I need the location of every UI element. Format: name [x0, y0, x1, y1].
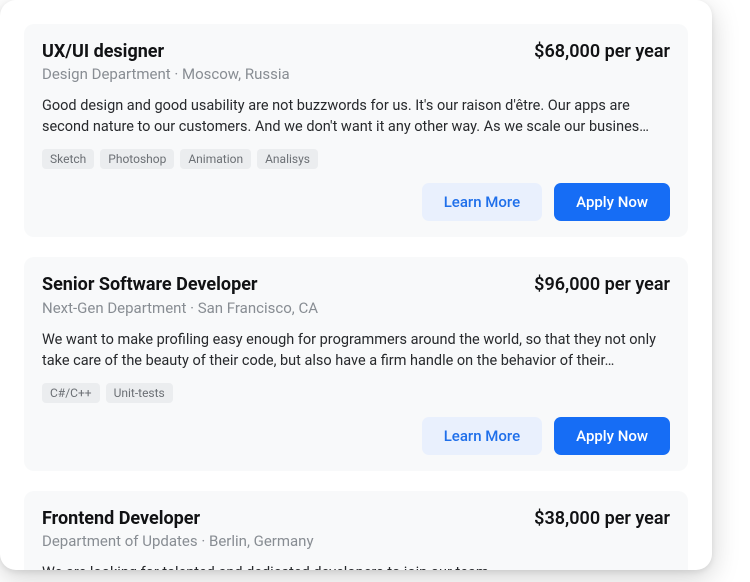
learn-more-button[interactable]: Learn More	[422, 417, 542, 455]
job-salary: $96,000 per year	[534, 274, 670, 295]
job-card-header: Senior Software Developer $96,000 per ye…	[42, 273, 670, 296]
job-actions: Learn More Apply Now	[42, 183, 670, 221]
job-card: UX/UI designer $68,000 per year Design D…	[24, 24, 688, 237]
job-title: Frontend Developer	[42, 507, 200, 530]
job-salary: $38,000 per year	[534, 508, 670, 529]
job-description: We want to make profiling easy enough fo…	[42, 329, 670, 371]
tag: Unit-tests	[106, 383, 173, 403]
tag: Animation	[180, 149, 251, 169]
job-meta: Department of Updates · Berlin, Germany	[42, 532, 670, 550]
job-card: Frontend Developer $38,000 per year Depa…	[24, 491, 688, 570]
tag: Sketch	[42, 149, 94, 169]
apply-now-button[interactable]: Apply Now	[554, 183, 670, 221]
job-description: Good design and good usability are not b…	[42, 95, 670, 137]
job-meta: Next-Gen Department · San Francisco, CA	[42, 299, 670, 317]
job-card: Senior Software Developer $96,000 per ye…	[24, 257, 688, 470]
job-tags: Sketch Photoshop Animation Analisys	[42, 149, 670, 169]
job-actions: Learn More Apply Now	[42, 417, 670, 455]
tag: Photoshop	[100, 149, 174, 169]
job-title: UX/UI designer	[42, 40, 164, 63]
job-salary: $68,000 per year	[534, 41, 670, 62]
tag: Analisys	[257, 149, 318, 169]
job-list-panel: UX/UI designer $68,000 per year Design D…	[0, 0, 712, 570]
job-meta: Design Department · Moscow, Russia	[42, 65, 670, 83]
job-card-header: Frontend Developer $38,000 per year	[42, 507, 670, 530]
learn-more-button[interactable]: Learn More	[422, 183, 542, 221]
job-description: We are looking for talented and dedicate…	[42, 562, 670, 570]
job-title: Senior Software Developer	[42, 273, 258, 296]
tag: C#/C++	[42, 383, 100, 403]
job-tags: C#/C++ Unit-tests	[42, 383, 670, 403]
job-card-header: UX/UI designer $68,000 per year	[42, 40, 670, 63]
apply-now-button[interactable]: Apply Now	[554, 417, 670, 455]
